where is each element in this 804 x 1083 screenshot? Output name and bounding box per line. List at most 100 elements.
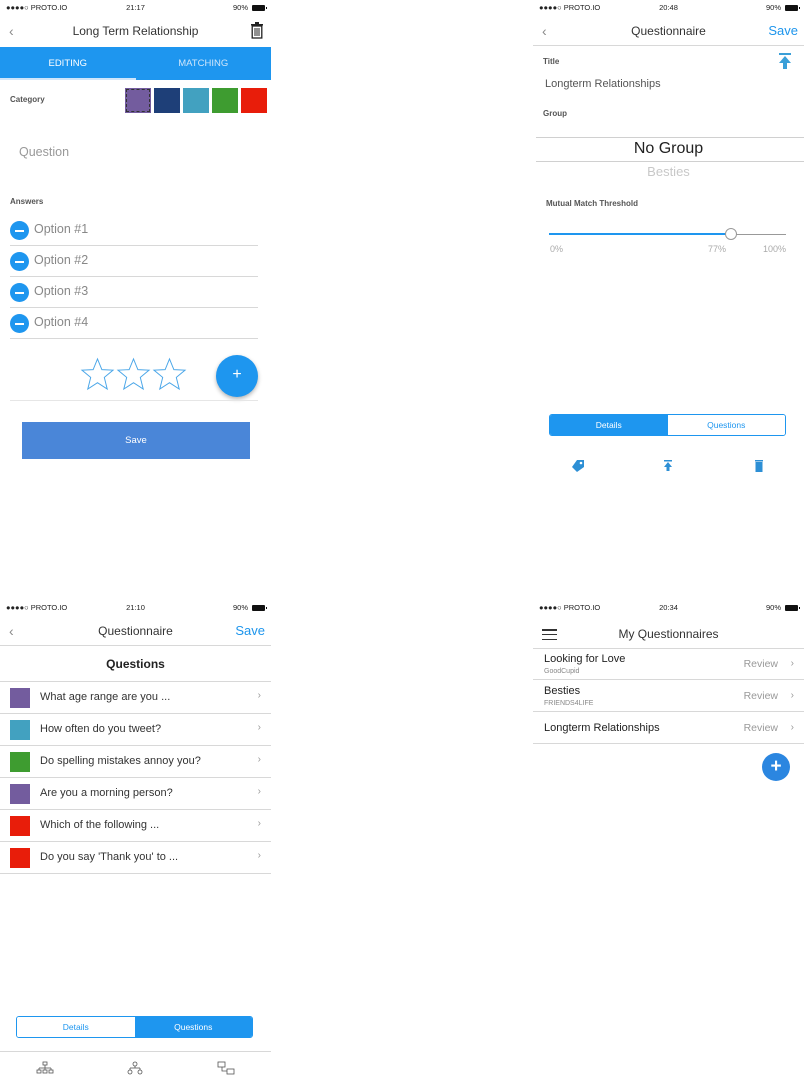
category-color-square [10,752,30,772]
threshold-label: Mutual Match Threshold [546,199,638,208]
editing-matching-tabs: EDITING MATCHING [0,47,271,80]
trash-icon[interactable] [752,459,766,473]
review-label[interactable]: Review [744,690,778,702]
category-swatches [125,88,267,113]
chevron-right-icon: › [257,786,261,797]
question-row[interactable]: Which of the following ... › [0,810,271,842]
battery-percent: 90% [765,3,781,12]
devices-icon[interactable] [217,1061,235,1075]
screen-questionnaire-details: ●●●●○ PROTO.IO 20:48 90% ‹ Questionnaire… [533,0,804,480]
battery-icon [785,4,800,11]
save-button[interactable]: Save [22,422,250,459]
question-row[interactable]: What age range are you ... › [0,682,271,714]
status-time: 20:34 [659,603,678,612]
chevron-right-icon: › [257,850,261,861]
swatch-navy[interactable] [154,88,180,113]
questionnaire-row[interactable]: Besties FRIENDS4LIFE Review › [533,681,804,712]
segment-questions[interactable]: Questions [667,415,785,435]
page-title: Questionnaire [631,24,706,38]
question-text: Do you say 'Thank you' to ... [40,851,179,863]
picker-line [536,161,804,162]
title-input[interactable]: Longterm Relationships [545,78,661,90]
group-picker-option[interactable]: Besties [533,164,804,179]
nav-bar: ‹ Long Term Relationship [0,16,271,46]
question-row[interactable]: How often do you tweet? › [0,714,271,746]
battery-indicator: 90% [232,603,267,612]
chevron-right-icon: › [257,754,261,765]
tab-editing[interactable]: EDITING [0,47,136,80]
category-label: Category [10,95,45,104]
status-bar: ●●●●○ PROTO.IO 20:48 90% [533,0,804,16]
swatch-red[interactable] [241,88,267,113]
battery-icon [252,4,267,11]
question-row[interactable]: Are you a morning person? › [0,778,271,810]
hierarchy-icon[interactable] [36,1061,54,1075]
review-label[interactable]: Review [744,658,778,670]
option-input[interactable]: Option #3 [34,284,88,298]
question-row[interactable]: Do spelling mistakes annoy you? › [0,746,271,778]
question-text: Which of the following ... [40,819,160,831]
network-icon[interactable] [126,1061,144,1075]
remove-option-icon[interactable] [10,252,29,271]
segment-questions[interactable]: Questions [134,1017,252,1037]
screen-my-questionnaires: ●●●●○ PROTO.IO 20:34 90% My Questionnair… [533,600,804,1080]
add-option-button[interactable]: + [216,355,258,397]
group-label: Group [543,109,567,118]
option-input[interactable]: Option #4 [34,315,88,329]
threshold-value-label: 77% [708,244,727,254]
status-bar: ●●●●○ PROTO.IO 21:10 90% [0,600,271,616]
answers-label: Answers [10,197,44,206]
title-label: Title [543,57,560,66]
status-bar: ●●●●○ PROTO.IO 21:17 90% [0,0,271,16]
add-questionnaire-button[interactable]: + [762,753,790,781]
save-link[interactable]: Save [768,23,798,38]
segment-details[interactable]: Details [17,1017,135,1037]
question-text: How often do you tweet? [40,723,162,735]
chevron-right-icon: › [257,690,261,701]
remove-option-icon[interactable] [10,314,29,333]
group-picker-selected[interactable]: No Group [533,140,804,158]
threshold-max-label: 100% [763,244,787,254]
status-time: 21:17 [126,3,145,12]
upload-icon[interactable] [661,459,675,473]
questionnaire-row[interactable]: Looking for Love GoodCupid Review › [533,650,804,680]
status-time: 21:10 [126,603,145,612]
category-color-square [10,720,30,740]
questionnaire-row[interactable]: Longterm Relationships Review › [533,713,804,744]
tab-matching[interactable]: MATCHING [136,47,272,80]
question-row[interactable]: Do you say 'Thank you' to ... › [0,842,271,874]
tag-icon[interactable] [571,459,585,473]
threshold-slider-thumb[interactable] [725,228,738,240]
option-row: Option #3 [10,277,258,308]
swatch-purple[interactable] [125,88,151,113]
picker-line [536,137,804,138]
star-icon[interactable] [152,357,187,392]
swatch-green[interactable] [212,88,238,113]
battery-percent: 90% [232,603,248,612]
option-input[interactable]: Option #2 [34,253,88,267]
chevron-right-icon: › [257,722,261,733]
category-color-square [10,848,30,868]
battery-icon [252,604,267,611]
segment-details[interactable]: Details [550,415,668,435]
star-icon[interactable] [80,357,115,392]
remove-option-icon[interactable] [10,221,29,240]
review-label[interactable]: Review [744,722,778,734]
questionnaire-subtitle: FRIENDS4LIFE [544,700,594,707]
page-title: My Questionnaires [618,627,719,641]
question-input[interactable]: Question [19,145,69,159]
option-input[interactable]: Option #1 [34,222,88,236]
remove-option-icon[interactable] [10,283,29,302]
details-questions-segment: Details Questions [16,1016,253,1038]
threshold-min-label: 0% [550,244,564,254]
bottom-tab-bar [0,1061,271,1075]
swatch-teal[interactable] [183,88,209,113]
upload-icon[interactable] [778,53,792,70]
star-icon[interactable] [116,357,151,392]
chevron-right-icon: › [257,818,261,829]
trash-icon[interactable] [250,22,264,39]
battery-indicator: 90% [765,3,800,12]
questionnaire-name: Looking for Love [544,653,626,665]
save-link[interactable]: Save [235,623,265,638]
status-time: 20:48 [659,3,678,12]
